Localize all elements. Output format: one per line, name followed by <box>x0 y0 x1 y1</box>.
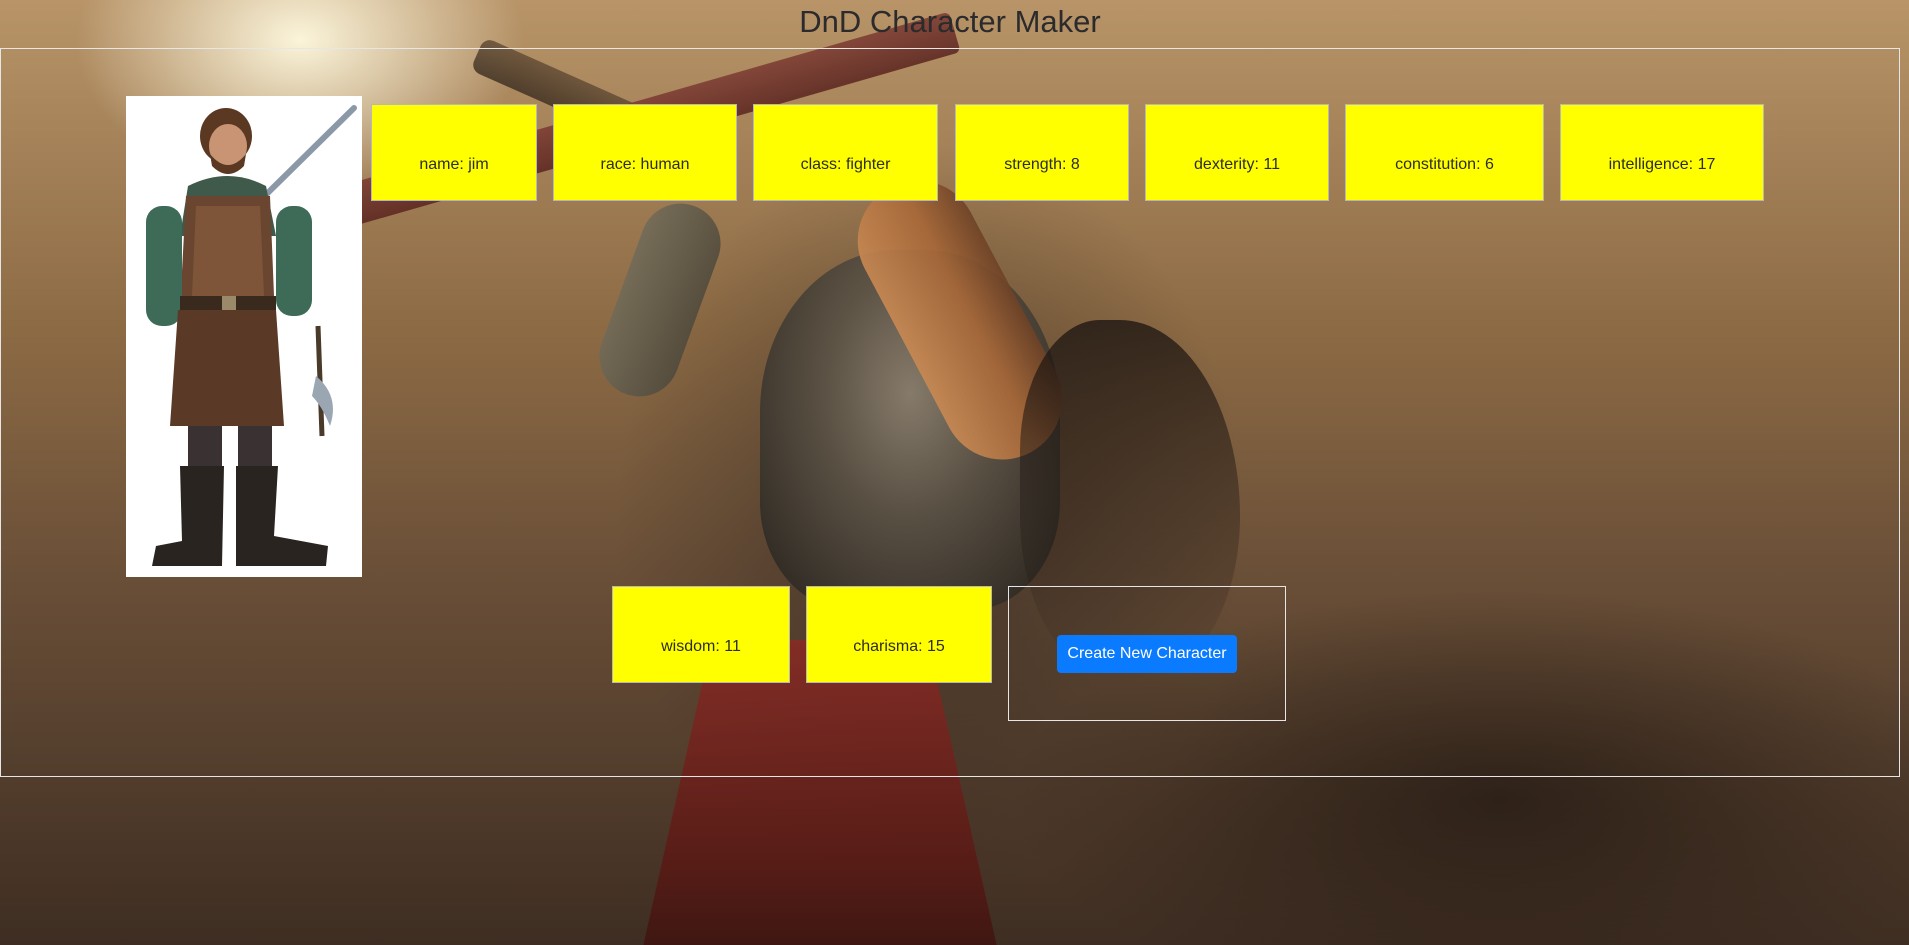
stat-dexterity: dexterity: 11 <box>1145 104 1329 201</box>
warrior-figure-image <box>146 105 357 566</box>
character-portrait <box>126 96 362 577</box>
stat-strength: strength: 8 <box>955 104 1129 201</box>
page-title: DnD Character Maker <box>799 4 1101 39</box>
stat-intelligence: intelligence: 17 <box>1560 104 1764 201</box>
stat-constitution: constitution: 6 <box>1345 104 1544 201</box>
stat-charisma: charisma: 15 <box>806 586 992 683</box>
background-art: DnD Character Maker name: jim race: huma… <box>0 0 1909 945</box>
stat-wisdom: wisdom: 11 <box>612 586 790 683</box>
stat-race: race: human <box>553 104 737 201</box>
stat-name: name: jim <box>371 104 537 201</box>
create-new-character-button[interactable]: Create New Character <box>1057 635 1237 673</box>
stat-class: class: fighter <box>753 104 938 201</box>
